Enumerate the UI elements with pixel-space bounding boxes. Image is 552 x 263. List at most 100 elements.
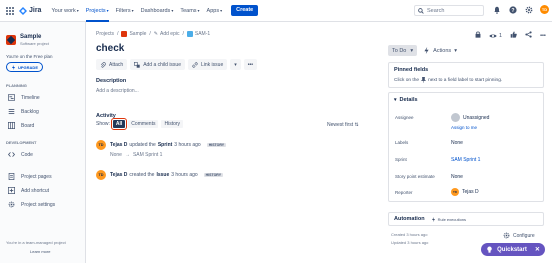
upgrade-button[interactable]: UPGRADE [6, 62, 43, 72]
sidebar-item-board[interactable]: Board [8, 122, 34, 129]
pages-icon [8, 173, 15, 180]
project-sidebar: Sample Software project You're on the Fr… [0, 22, 86, 263]
paperclip-icon [100, 61, 106, 68]
free-plan-text: You're on the Free plan [6, 54, 53, 59]
filter-all-button[interactable]: All [110, 118, 128, 130]
timeline-icon [8, 94, 15, 101]
nav-projects[interactable]: Projects ▾ [85, 0, 109, 22]
close-icon[interactable]: ✕ [535, 246, 540, 253]
history-from: None [110, 152, 122, 158]
sidebar-item-timeline[interactable]: Timeline [8, 94, 40, 101]
pinned-fields-heading: Pinned fields [394, 67, 429, 73]
help-icon[interactable]: ? [508, 5, 517, 14]
sidebar-item-label: Backlog [21, 108, 39, 115]
breadcrumb-sample[interactable]: Sample [129, 31, 146, 37]
history-verb: created the [129, 172, 155, 178]
project-icon [121, 31, 128, 37]
user-avatar[interactable]: TD [96, 170, 106, 180]
details-heading: Details [399, 97, 418, 103]
issue-title[interactable]: check [96, 43, 124, 54]
more-actions-button[interactable]: ••• [243, 59, 258, 70]
thumbs-up-icon[interactable] [510, 31, 517, 40]
breadcrumb-add-epic[interactable]: Add epic [160, 31, 179, 37]
rule-executions-label: Rule executions [437, 216, 467, 222]
history-entry: TD Tejas D updated the Sprint 3 hours ag… [96, 140, 227, 158]
filter-history-button[interactable]: History [161, 120, 184, 128]
description-field[interactable]: Add a description... [96, 88, 139, 94]
sidebar-item-project-settings[interactable]: Project settings [8, 201, 55, 208]
user-avatar[interactable]: TD [96, 140, 106, 150]
assignee-text: Unassigned [463, 114, 490, 121]
nav-label: Filters [115, 7, 131, 14]
history-time: 3 hours ago [171, 172, 198, 178]
sprint-value[interactable]: SAM Sprint 1 [451, 157, 480, 163]
reporter-avatar: TD [451, 188, 459, 196]
description-label: Description [96, 78, 127, 84]
project-header[interactable]: Sample Software project [6, 34, 49, 46]
filter-comments-button[interactable]: Comments [128, 120, 159, 128]
assign-to-me-link[interactable]: Assign to me [451, 125, 477, 130]
sidebar-item-backlog[interactable]: Backlog [8, 108, 39, 115]
sidebar-item-project-pages[interactable]: Project pages [8, 173, 52, 180]
nav-teams[interactable]: Teams ▾ [180, 0, 199, 22]
nav-dashboards[interactable]: Dashboards ▾ [141, 0, 174, 22]
configure-button[interactable]: Configure [503, 232, 535, 239]
breadcrumb-separator: / [149, 31, 151, 37]
project-avatar-icon [6, 35, 16, 45]
search-input[interactable]: Search [414, 5, 484, 16]
sort-order-toggle[interactable]: Newest first ⇅ [327, 122, 359, 128]
reporter-label: Reporter [395, 190, 413, 195]
lightning-icon [11, 64, 15, 70]
details-header[interactable]: ▾ Details [389, 93, 543, 107]
activity-filter-row: Show: All Comments History [96, 118, 184, 130]
link-issue-dropdown-button[interactable]: ▾ [230, 59, 241, 70]
history-to: SAM Sprint 1 [132, 152, 163, 158]
app-switcher-icon[interactable] [6, 6, 14, 15]
details-card: ▾ Details Assignee Unassigned Assign to … [388, 92, 544, 202]
team-managed-note: You're in a team-managed project [6, 240, 66, 245]
nav-label: Your work [51, 7, 76, 14]
notifications-icon[interactable] [492, 5, 501, 14]
more-options-icon[interactable]: ••• [540, 33, 546, 39]
attach-button[interactable]: Attach [96, 59, 128, 70]
sidebar-item-code[interactable]: Code [8, 151, 33, 158]
learn-more-link[interactable]: Learn more [30, 249, 50, 254]
link-issue-button[interactable]: Link issue [188, 59, 228, 70]
jira-logo[interactable]: Jira [19, 6, 41, 15]
rule-executions: Rule executions [431, 216, 467, 222]
search-placeholder: Search [427, 7, 445, 14]
lock-icon[interactable] [475, 31, 481, 40]
automation-panel[interactable]: Automation Rule executions [388, 212, 544, 226]
create-button[interactable]: Create [231, 5, 259, 16]
show-label: Show: [96, 121, 110, 127]
breadcrumb-issue-key[interactable]: SAM-1 [195, 31, 210, 37]
quickstart-button[interactable]: Quickstart ✕ [481, 243, 545, 256]
story-points-value[interactable]: None [451, 174, 463, 180]
settings-icon [8, 201, 15, 208]
sidebar-item-add-shortcut[interactable]: Add shortcut [8, 187, 49, 194]
share-icon[interactable] [525, 31, 532, 40]
link-icon [192, 61, 198, 68]
profile-avatar[interactable]: TD [540, 5, 549, 14]
nav-your-work[interactable]: Your work ▾ [51, 0, 78, 22]
reporter-value[interactable]: TD Tejas D [451, 188, 479, 196]
add-child-issue-button[interactable]: Add a child issue [130, 59, 185, 70]
status-dropdown[interactable]: To Do ▾ [388, 45, 418, 56]
actions-dropdown[interactable]: Actions ▾ [423, 47, 457, 54]
top-right-icons: ? TD [492, 5, 549, 14]
breadcrumb: Projects / Sample / ✎ Add epic / SAM-1 [96, 31, 210, 37]
breadcrumb-projects[interactable]: Projects [96, 31, 114, 37]
nav-filters[interactable]: Filters ▾ [116, 0, 134, 22]
assignee-value[interactable]: Unassigned [451, 113, 489, 122]
nav-apps[interactable]: Apps ▾ [207, 0, 223, 22]
chevron-down-icon: ▾ [171, 8, 174, 13]
labels-label: Labels [395, 140, 409, 145]
history-time: 3 hours ago [174, 142, 201, 148]
history-user: Tejas D [110, 172, 128, 178]
labels-value[interactable]: None [451, 140, 463, 146]
sidebar-item-label: Code [21, 151, 33, 158]
upgrade-label: UPGRADE [17, 64, 38, 70]
settings-gear-icon[interactable] [524, 5, 533, 14]
backlog-icon [8, 108, 15, 115]
watch-button[interactable]: 1 [489, 33, 502, 39]
